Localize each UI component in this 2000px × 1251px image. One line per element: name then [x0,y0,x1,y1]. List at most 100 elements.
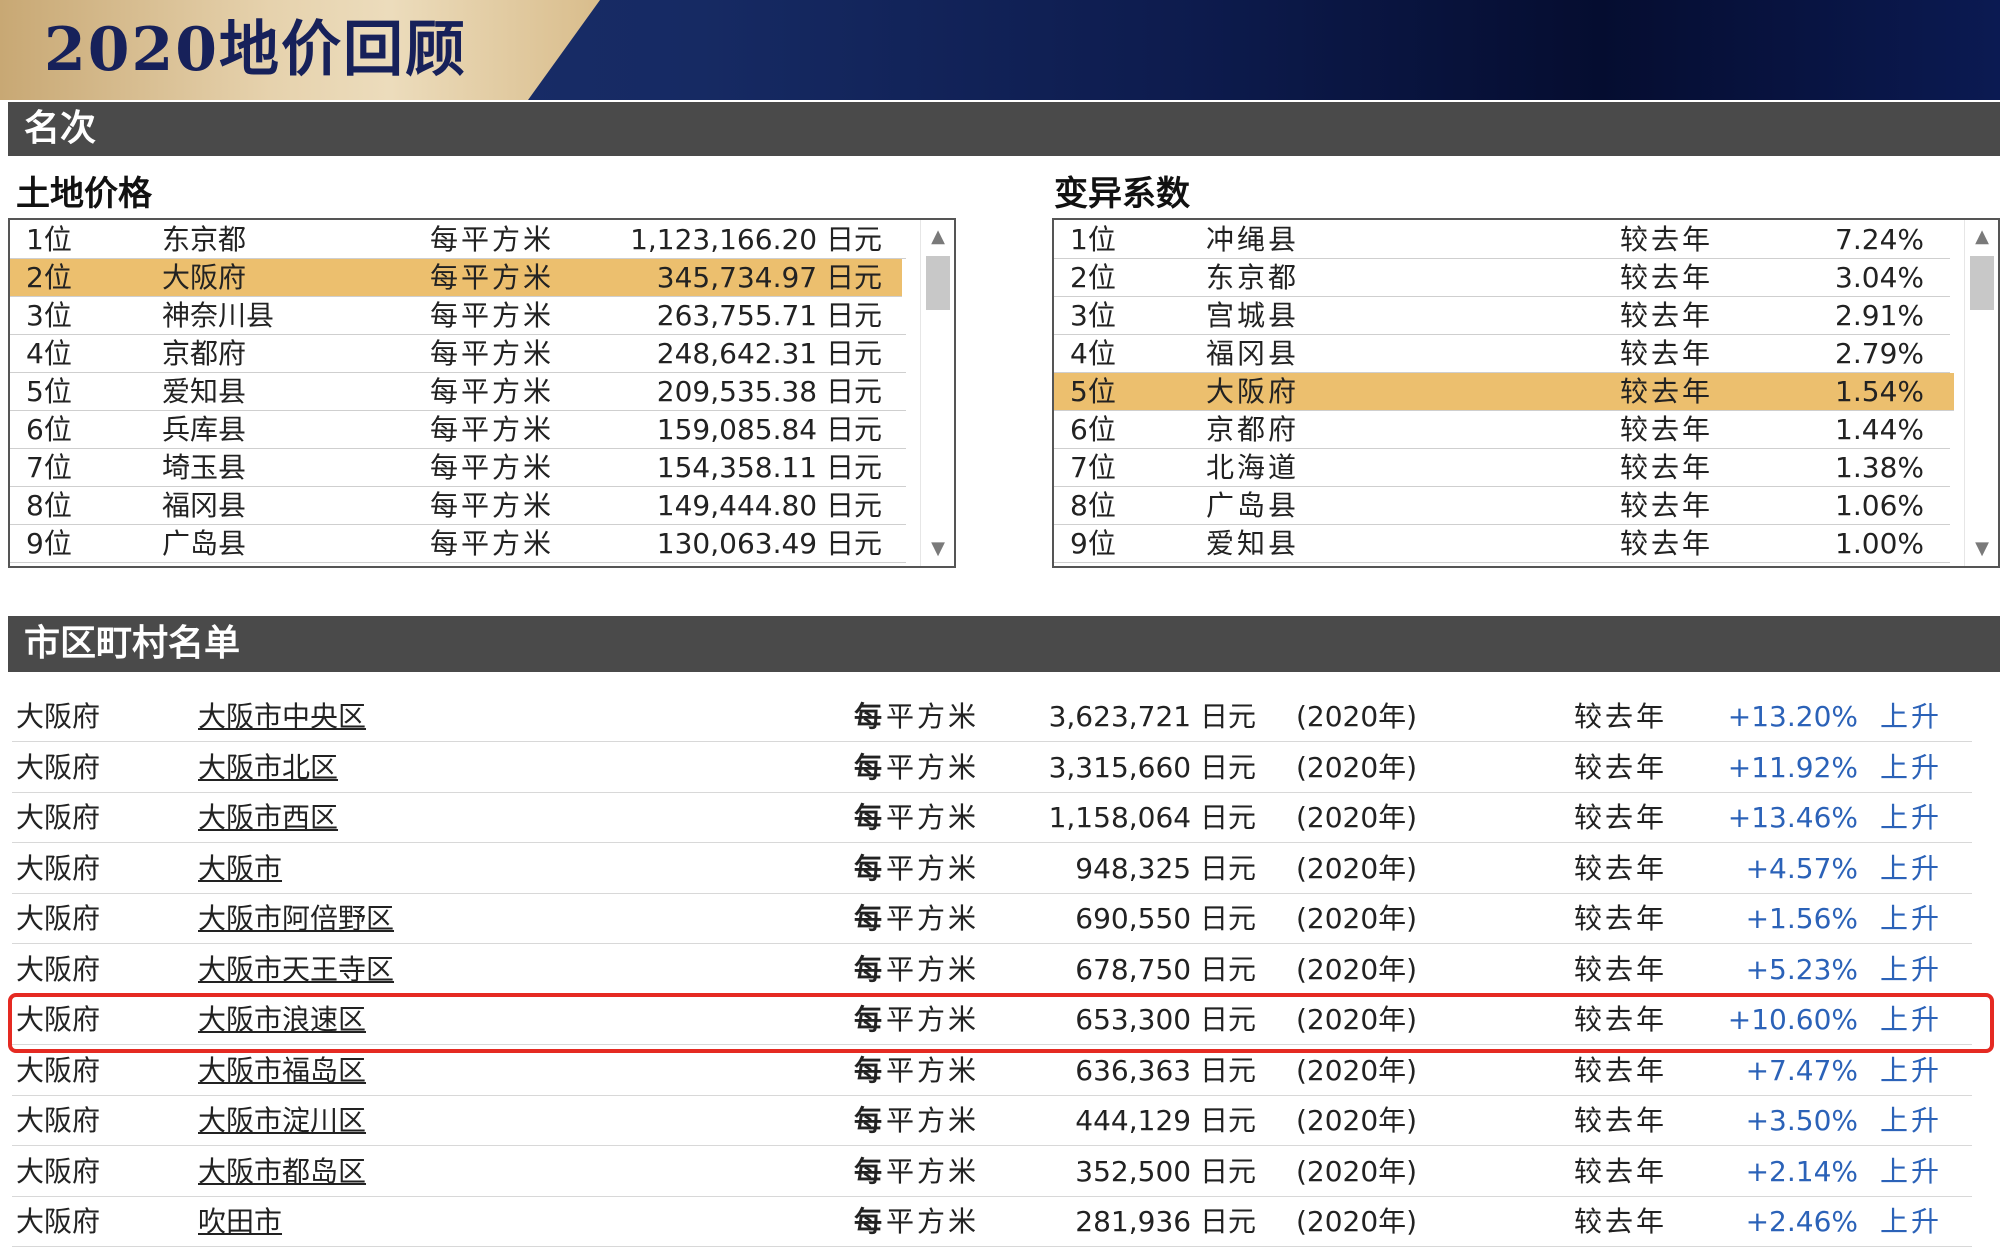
scroll-thumb[interactable] [1970,256,1994,310]
cell-rank: 6位 [1070,413,1116,446]
city-link[interactable]: 大阪市中央区 [198,692,366,742]
ranking-row[interactable]: 9位 广岛县 每平方米 130,063.49 日元 [10,525,906,563]
ranking-row[interactable]: 4位 京都府 每平方米 248,642.31 日元 [10,335,906,373]
cell-pref: 东京都 [1206,261,1300,294]
scroll-thumb[interactable] [926,256,950,310]
cell-unit: 每平方米 [430,527,555,560]
ranking-row[interactable]: 9位 爱知县 较去年 1.00% [1054,525,1950,563]
change-percent: +10.60% [1727,1003,1858,1036]
cell-value: 1.54% [1835,375,1924,408]
compare-label: 较去年 [1574,1154,1668,1188]
ranking-row[interactable]: 1位 东京都 每平方米 1,123,166.20 日元 [10,221,906,259]
variation-ranking-list[interactable]: 1位 冲绳县 较去年 7.24% 2位 东京都 较去年 3.04% 3位 宫城县 较去年 2.91% 4… [1052,218,2000,568]
ranking-row[interactable]: 8位 广岛县 较去年 1.06% [1054,487,1950,525]
municipality-row[interactable]: 大阪府 大阪市阿倍野区 每平方米 690,550 日元 (2020年) 较去年 +1.56%… [12,894,1972,944]
cell-value: 1.00% [1835,527,1924,560]
ranking-row[interactable]: 2位 东京都 较去年 3.04% [1054,259,1950,297]
municipality-row[interactable]: 大阪府 大阪市福岛区 每平方米 636,363 日元 (2020年) 较去年 +7.47% 上… [12,1046,1972,1096]
scroll-down-arrow-icon[interactable]: ▼ [1965,534,1999,564]
cell-unit: 每平方米 [430,451,555,484]
change-percent: +3.50% [1745,1104,1858,1137]
cell-value: 1,123,166.20 日元 [630,223,882,256]
ranking-row[interactable]: 2位 大阪府 每平方米 345,734.97 日元 [10,259,902,297]
trend-label: 上升 [1880,1154,1943,1188]
cell-label: 较去年 [1620,261,1714,294]
land-price: 678,750 日元 [1075,952,1256,986]
municipality-row[interactable]: 大阪府 大阪市 每平方米 948,325 日元 (2020年) 较去年 +4.57% 上升 [12,844,1972,894]
change-percent: +7.47% [1745,1053,1858,1087]
cell-rank: 7位 [26,451,72,484]
unit-area: 平方米 [886,952,980,986]
city-link[interactable]: 大阪市 [198,844,282,894]
ranking-row[interactable]: 8位 福冈县 每平方米 149,444.80 日元 [10,487,906,525]
cell-value: 159,085.84 日元 [656,413,882,446]
cell-pref: 神奈川县 [162,299,275,332]
ranking-row[interactable]: 5位 大阪府 较去年 1.54% [1054,373,1954,411]
municipality-row[interactable]: 大阪府 大阪市天王寺区 每平方米 678,750 日元 (2020年) 较去年 +5.23%… [12,945,1972,995]
cell-rank: 7位 [1070,451,1116,484]
ranking-row[interactable]: 7位 埼玉县 每平方米 154,358.11 日元 [10,449,906,487]
scroll-down-arrow-icon[interactable]: ▼ [921,534,955,564]
unit-per: 每 [854,1003,883,1036]
cell-value: 345,734.97 日元 [656,261,882,294]
city-link[interactable]: 大阪市浪速区 [198,995,366,1045]
unit-per: 每 [854,952,883,986]
change-percent: +2.46% [1745,1205,1858,1238]
cell-pref: 大阪府 [162,261,247,294]
cell-pref: 京都府 [162,337,247,370]
cell-pref: 福冈县 [162,489,247,522]
cell-value: 1.44% [1835,413,1924,446]
cell-rank: 1位 [26,223,72,256]
city-link[interactable]: 大阪市天王寺区 [198,945,394,995]
trend-label: 上升 [1880,1104,1943,1137]
cell-value: 2.91% [1835,299,1924,332]
city-link[interactable]: 大阪市福岛区 [198,1046,366,1096]
land-price-ranking-list[interactable]: 1位 东京都 每平方米 1,123,166.20 日元 2位 大阪府 每平方米 345,734… [8,218,956,568]
city-link[interactable]: 大阪市淀川区 [198,1096,366,1146]
trend-label: 上升 [1880,1205,1943,1238]
ranking-row[interactable]: 3位 宫城县 较去年 2.91% [1054,297,1950,335]
ranking-row[interactable]: 7位 北海道 较去年 1.38% [1054,449,1950,487]
ranking-row[interactable]: 5位 爱知县 每平方米 209,535.38 日元 [10,373,906,411]
ranking-row[interactable]: 3位 神奈川县 每平方米 263,755.71 日元 [10,297,906,335]
city-link[interactable]: 大阪市北区 [198,743,338,793]
ranking-row[interactable]: 4位 福冈县 较去年 2.79% [1054,335,1950,373]
municipality-row[interactable]: 大阪府 大阪市北区 每平方米 3,315,660 日元 (2020年) 较去年 +11.92… [12,743,1972,793]
city-link[interactable]: 大阪市西区 [198,793,338,843]
municipality-row[interactable]: 大阪府 吹田市 每平方米 281,936 日元 (2020年) 较去年 +2.46% 上升 [12,1197,1972,1247]
cell-rank: 8位 [1070,489,1116,522]
year: (2020年) [1296,1053,1418,1087]
cell-unit: 每平方米 [430,375,555,408]
variation-scrollbar[interactable]: ▲ ▼ [1964,220,1998,566]
year: (2020年) [1296,1154,1418,1188]
cell-rank: 9位 [1070,527,1116,560]
trend-label: 上升 [1880,851,1943,885]
city-link[interactable]: 大阪市都岛区 [198,1147,366,1197]
cell-pref: 北海道 [1206,451,1300,484]
cell-unit: 每平方米 [430,223,555,256]
scroll-up-arrow-icon[interactable]: ▲ [921,222,955,252]
scroll-up-arrow-icon[interactable]: ▲ [1965,222,1999,252]
land-price-scrollbar[interactable]: ▲ ▼ [920,220,954,566]
ranking-row[interactable]: 6位 兵库县 每平方米 159,085.84 日元 [10,411,906,449]
city-link[interactable]: 吹田市 [198,1197,282,1247]
ranking-row[interactable]: 6位 京都府 较去年 1.44% [1054,411,1950,449]
compare-label: 较去年 [1574,952,1668,986]
unit-per: 每 [854,1104,883,1137]
year: (2020年) [1296,1003,1418,1036]
city-link[interactable]: 大阪市阿倍野区 [198,894,394,944]
municipality-row[interactable]: 大阪府 大阪市淀川区 每平方米 444,129 日元 (2020年) 较去年 +3.50% 上… [12,1096,1972,1146]
ranking-row[interactable]: 1位 冲绳县 较去年 7.24% [1054,221,1950,259]
compare-label: 较去年 [1574,902,1668,935]
land-price: 281,936 日元 [1075,1205,1256,1238]
municipality-row[interactable]: 大阪府 大阪市中央区 每平方米 3,623,721 日元 (2020年) 较去年 +13.2… [12,692,1972,742]
year: (2020年) [1296,851,1418,885]
land-price: 444,129 日元 [1075,1104,1256,1137]
municipality-row[interactable]: 大阪府 大阪市都岛区 每平方米 352,500 日元 (2020年) 较去年 +2.14% 上… [12,1147,1972,1197]
cell-pref: 冲绳县 [1206,223,1300,256]
land-price: 3,623,721 日元 [1048,700,1256,733]
municipality-row[interactable]: 大阪府 大阪市浪速区 每平方米 653,300 日元 (2020年) 较去年 +10.60%… [12,995,1972,1045]
municipality-row[interactable]: 大阪府 大阪市西区 每平方米 1,158,064 日元 (2020年) 较去年 +13.46… [12,793,1972,843]
cell-rank: 6位 [26,413,72,446]
cell-label: 较去年 [1620,489,1714,522]
